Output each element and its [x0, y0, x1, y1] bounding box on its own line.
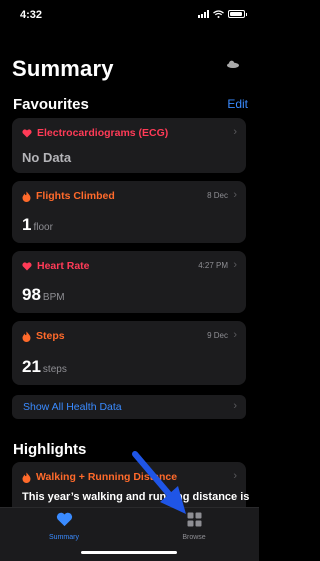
home-indicator: [81, 551, 177, 554]
flame-icon: [22, 191, 31, 202]
wifi-icon: [213, 10, 224, 18]
card-title: Steps: [36, 330, 65, 342]
value-number: 21: [22, 357, 41, 376]
status-icons: [198, 10, 247, 18]
flame-icon: [22, 472, 31, 483]
value-number: 98: [22, 285, 41, 304]
card-header: Flights Climbed: [22, 190, 115, 202]
card-header: Steps: [22, 330, 65, 342]
card-title: Electrocardiograms (ECG): [37, 127, 169, 139]
tab-summary[interactable]: Summary: [24, 512, 104, 541]
chevron-right-icon: ›: [233, 400, 237, 412]
chevron-right-icon: ›: [233, 126, 237, 138]
card-date: 9 Dec: [207, 331, 228, 340]
favourites-heading: Favourites: [13, 96, 89, 113]
tab-label: Browse: [182, 534, 206, 541]
chevron-right-icon: ›: [233, 189, 237, 201]
highlights-heading: Highlights: [13, 441, 87, 458]
card-value: 21 steps: [22, 357, 67, 377]
value-unit: floor: [33, 222, 53, 233]
annotation-arrow-icon: [132, 451, 186, 514]
chevron-right-icon: ›: [233, 329, 237, 341]
battery-icon: [228, 10, 247, 18]
heart-icon: [22, 261, 32, 270]
card-ecg[interactable]: Electrocardiograms (ECG) › No Data: [12, 118, 246, 173]
heart-icon: [22, 128, 32, 137]
card-date: 4:27 PM: [198, 261, 228, 270]
card-heart-rate[interactable]: Heart Rate 4:27 PM › 98 BPM: [12, 251, 246, 313]
chevron-right-icon: ›: [233, 470, 237, 482]
card-flights-climbed[interactable]: Flights Climbed 8 Dec › 1 floor: [12, 181, 246, 243]
status-time: 4:32: [20, 9, 43, 21]
card-date: 8 Dec: [207, 191, 228, 200]
flame-icon: [22, 331, 31, 342]
tab-label: Summary: [49, 534, 79, 541]
card-title: Flights Climbed: [36, 190, 115, 202]
card-title: Heart Rate: [37, 260, 90, 272]
show-all-label: Show All Health Data: [23, 401, 122, 413]
card-header: Heart Rate: [22, 260, 90, 272]
card-value: 98 BPM: [22, 285, 65, 305]
cloud-icon[interactable]: [226, 60, 240, 68]
chevron-right-icon: ›: [233, 259, 237, 271]
value-unit: steps: [42, 364, 67, 375]
value-number: 1: [22, 215, 32, 234]
show-all-health-data-button[interactable]: Show All Health Data ›: [12, 395, 246, 419]
edit-button[interactable]: Edit: [227, 97, 248, 111]
card-value: 1 floor: [22, 215, 53, 235]
status-bar: 4:32: [0, 0, 259, 30]
page-title: Summary: [12, 56, 114, 81]
card-header: Electrocardiograms (ECG): [22, 127, 168, 139]
heart-icon: [56, 512, 72, 527]
card-value: No Data: [22, 150, 72, 165]
signal-icon: [198, 10, 209, 18]
card-steps[interactable]: Steps 9 Dec › 21 steps: [12, 321, 246, 385]
value-unit: BPM: [42, 292, 65, 303]
